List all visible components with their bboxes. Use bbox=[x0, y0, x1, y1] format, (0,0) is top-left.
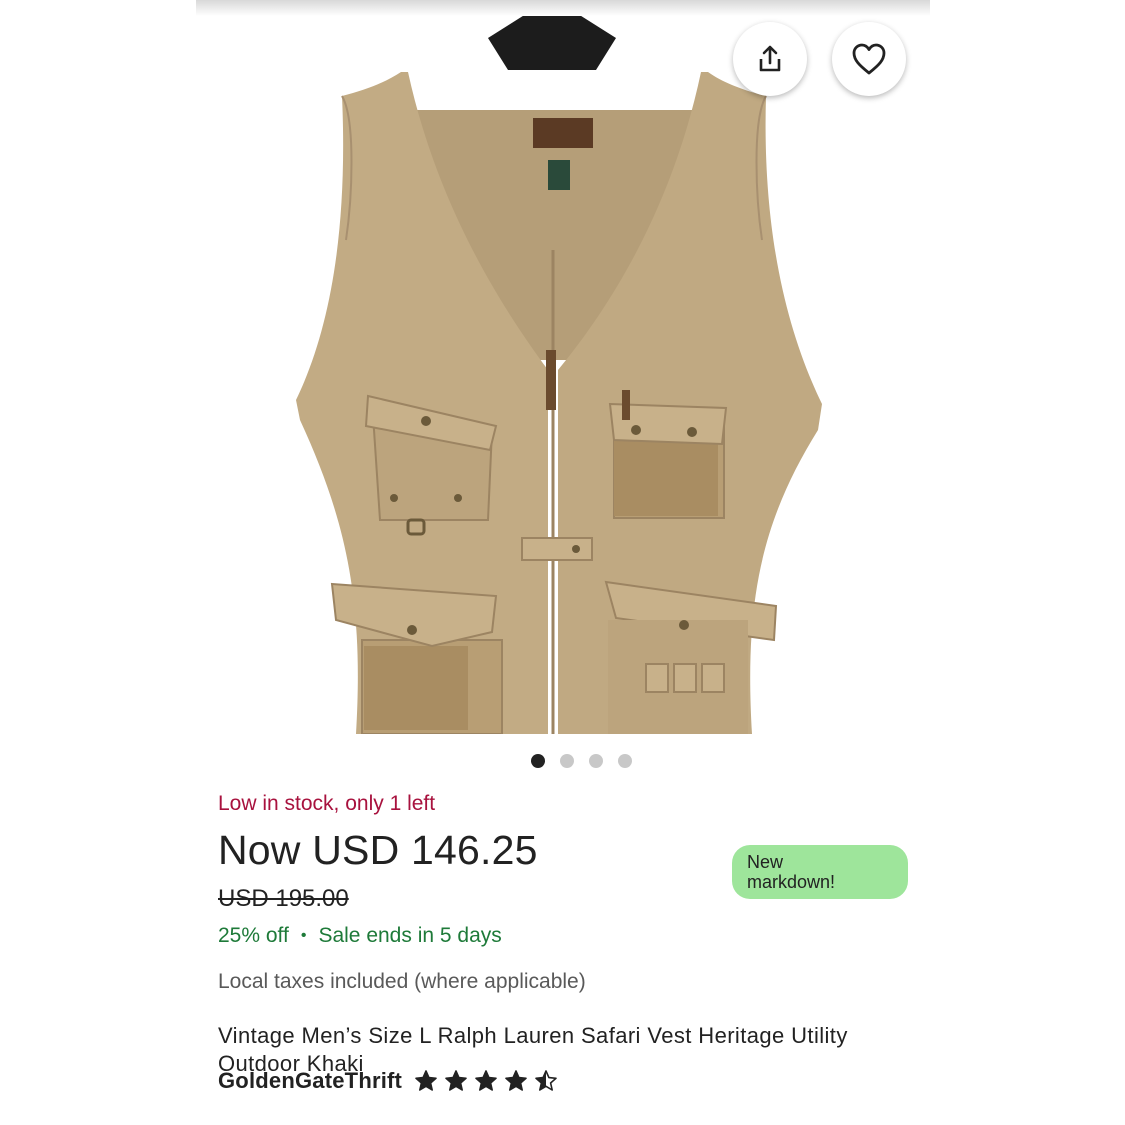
favorite-button[interactable] bbox=[832, 22, 906, 96]
taxes-note: Local taxes included (where applicable) bbox=[218, 970, 586, 993]
heart-icon bbox=[852, 43, 886, 75]
seller-name[interactable]: GoldenGateThrift bbox=[218, 1068, 402, 1094]
sale-ends-label: Sale ends in 5 days bbox=[318, 924, 502, 947]
carousel-dot-3[interactable] bbox=[588, 754, 603, 768]
separator-dot: • bbox=[300, 927, 307, 944]
badge-line-2: markdown! bbox=[747, 872, 836, 892]
markdown-badge: New markdown! bbox=[732, 845, 908, 899]
discount-label: 25% off bbox=[218, 924, 289, 947]
star-half-icon bbox=[535, 1070, 557, 1091]
original-price: USD 195.00 bbox=[218, 885, 349, 912]
top-bar bbox=[196, 0, 930, 16]
badge-line-1: New bbox=[747, 852, 784, 872]
star-full-icon bbox=[415, 1070, 437, 1091]
share-icon bbox=[759, 45, 781, 72]
star-full-icon bbox=[445, 1070, 467, 1091]
sale-info: 25% off • Sale ends in 5 days bbox=[218, 924, 502, 948]
carousel-dots bbox=[0, 754, 1125, 768]
star-full-icon bbox=[475, 1070, 497, 1091]
seller-row[interactable]: GoldenGateThrift bbox=[218, 1068, 558, 1094]
seller-rating bbox=[414, 1069, 558, 1093]
carousel-dot-2[interactable] bbox=[559, 754, 574, 768]
carousel-dot-1[interactable] bbox=[530, 754, 545, 768]
star-full-icon bbox=[505, 1070, 527, 1091]
vest-photo bbox=[296, 0, 822, 734]
product-photo[interactable] bbox=[196, 0, 930, 734]
carousel-dot-4[interactable] bbox=[617, 754, 632, 768]
current-price: Now USD 146.25 bbox=[218, 827, 538, 873]
stock-notice: Low in stock, only 1 left bbox=[218, 792, 436, 815]
share-button[interactable] bbox=[733, 22, 807, 96]
